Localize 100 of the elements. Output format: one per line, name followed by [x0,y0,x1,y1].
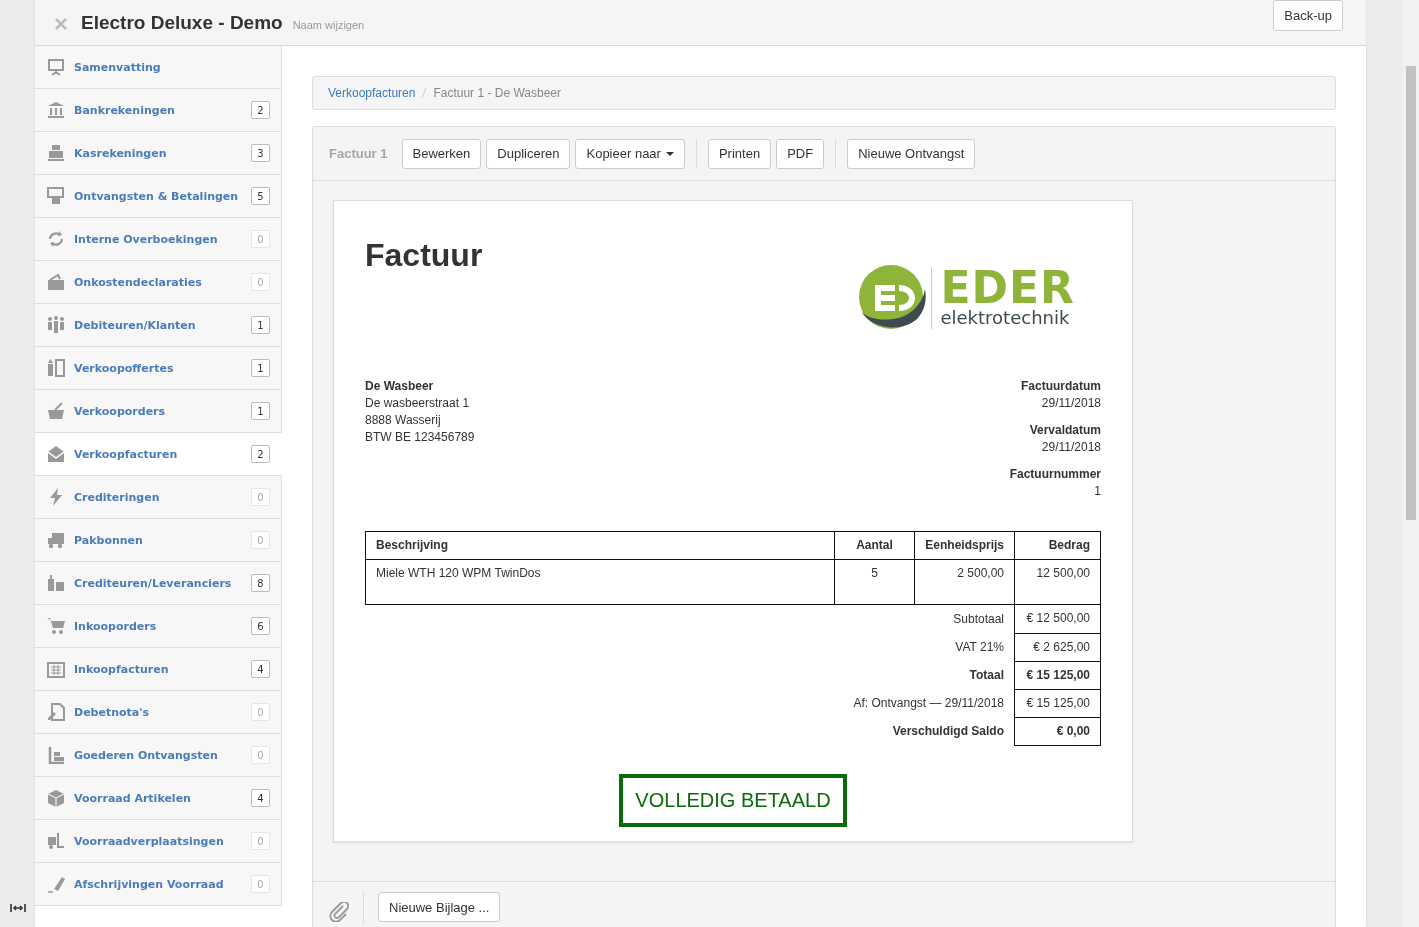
toolbar-title: Factuur 1 [329,146,388,161]
sidebar-item[interactable]: Samenvatting [35,46,282,89]
sidebar-item[interactable]: Kasrekeningen 3 [35,132,282,175]
sidebar-item[interactable]: Verkoopfacturen 2 [35,433,282,476]
calendar-icon [47,660,65,678]
sidebar-item[interactable]: Ontvangsten & Betalingen 5 [35,175,282,218]
sidebar-item[interactable]: Crediteuren/Leveranciers 8 [35,562,282,605]
meta-value: 29/11/2018 [1041,440,1101,454]
sidebar-item-label: Goederen Ontvangsten [74,748,219,762]
paid-stamp: VOLLEDIG BETAALD [619,773,847,827]
count-badge: 2 [251,445,270,463]
sidebar-item-label: Debetnota's [74,705,151,719]
forklift-icon [47,832,65,850]
lightning-icon [47,488,65,506]
sidebar-item[interactable]: Inkooporders 6 [35,605,282,648]
count-badge: 3 [251,144,270,162]
count-badge: 1 [251,359,270,377]
meta-value: 29/11/2018 [1041,396,1101,410]
table-cell: 12 500,00 [1014,559,1101,605]
sidebar-item-label: Inkoopfacturen [74,662,170,676]
sidebar-item-label: Verkooporders [74,404,167,418]
scrollbar[interactable] [1403,0,1419,927]
total-value: € 15 125,00 [1014,689,1101,717]
customer-name: De Wasbeer [365,378,435,395]
buildings-icon [47,574,65,592]
logo-tagline: elektrotechnik [940,308,1071,328]
sidebar-item[interactable]: Crediteringen 0 [35,476,282,519]
toolbar-button[interactable]: Dupliceren [486,138,571,169]
document-icon [47,359,65,377]
total-label: Af: Ontvangst — 29/11/2018 [853,696,1004,710]
count-badge: 1 [251,402,270,420]
count-badge: 8 [251,574,270,592]
sidebar-item[interactable]: Afschrijvingen Voorraad 0 [35,863,282,906]
total-label: Totaal [969,668,1004,682]
refresh-icon [47,230,65,248]
table-cell: 2 500,00 [914,559,1015,605]
column-header: Eenheidsprijs [914,531,1015,560]
sidebar-item-label: Crediteringen [74,490,161,504]
slash-icon [421,87,428,99]
expand-width-icon[interactable] [9,903,26,913]
sidebar-item-label: Voorraad Artikelen [74,791,192,805]
address-line: 8888 Wasserij [365,413,441,427]
sidebar-item[interactable]: Pakbonnen 0 [35,519,282,562]
toolbar-button[interactable]: PDF [776,138,825,169]
toolbar-button[interactable]: Printen [707,138,772,169]
meta-value: 1 [1094,484,1101,498]
sidebar-item[interactable]: Voorraadverplaatsingen 0 [35,820,282,863]
sidebar-item-label: Pakbonnen [74,533,144,547]
truck-icon [47,531,65,549]
toolbar-button[interactable]: Bewerken [401,138,482,169]
sidebar-item[interactable]: Goederen Ontvangsten 0 [35,734,282,777]
count-badge: 0 [251,746,270,764]
count-badge: 4 [251,789,270,807]
breadcrumb-current: Factuur 1 - De Wasbeer [433,86,561,100]
count-badge: 1 [251,316,270,334]
backup-button[interactable]: Back-up [1273,0,1343,31]
sidebar-item[interactable]: Onkostendeclaraties 0 [35,261,282,304]
cart-icon [47,617,65,635]
count-badge: 0 [251,875,270,893]
meta-label: Vervaldatum [1029,423,1101,437]
count-badge: 5 [251,187,270,205]
total-value: € 2 625,00 [1014,633,1101,661]
sidebar-item[interactable]: Inkoopfacturen 4 [35,648,282,691]
logo-wordmark: EDER [940,268,1075,308]
invoice-heading: Factuur [365,237,483,275]
close-icon[interactable] [55,17,67,30]
count-badge: 0 [251,273,270,291]
sidebar-item-label: Interne Overboekingen [74,232,219,246]
count-badge: 6 [251,617,270,635]
meta-label: Factuurnummer [1009,467,1101,481]
sidebar-item[interactable]: Verkooporders 1 [35,390,282,433]
column-header: Beschrijving [365,531,835,560]
sidebar-item-label: Verkoopoffertes [74,361,175,375]
sidebar-item-label: Onkostendeclaraties [74,275,203,289]
bank-icon [47,101,65,119]
count-badge: 0 [251,488,270,506]
breadcrumb-link[interactable]: Verkoopfacturen [328,86,416,100]
sidebar-item[interactable]: Voorraad Artikelen 4 [35,777,282,820]
new-attachment-button[interactable]: Nieuwe Bijlage ... [378,892,501,922]
marker-icon [47,875,65,893]
sidebar-item[interactable]: Bankrekeningen 2 [35,89,282,132]
count-badge: 0 [251,832,270,850]
toolbar-button[interactable]: Nieuwe Ontvangst [847,138,976,169]
sidebar-item[interactable]: Verkoopoffertes 1 [35,347,282,390]
sidebar-item-label: Kasrekeningen [74,146,168,160]
box-icon [47,789,65,807]
count-badge: 4 [251,660,270,678]
total-label: Verschuldigd Saldo [892,724,1004,738]
sidebar-item[interactable]: Interne Overboekingen 0 [35,218,282,261]
sidebar-item-label: Bankrekeningen [74,103,176,117]
sidebar-item-label: Ontvangsten & Betalingen [74,189,240,203]
column-header: Aantal [834,531,915,560]
total-value: € 12 500,00 [1014,604,1101,633]
dropdown-button[interactable]: Kopieer naar [575,138,685,169]
sidebar-item[interactable]: Debetnota's 0 [35,691,282,734]
meta-label: Factuurdatum [1021,379,1101,393]
count-badge: 0 [251,703,270,721]
document-edit-icon [47,703,65,721]
count-badge: 0 [251,531,270,549]
sidebar-item[interactable]: Debiteuren/Klanten 1 [35,304,282,347]
